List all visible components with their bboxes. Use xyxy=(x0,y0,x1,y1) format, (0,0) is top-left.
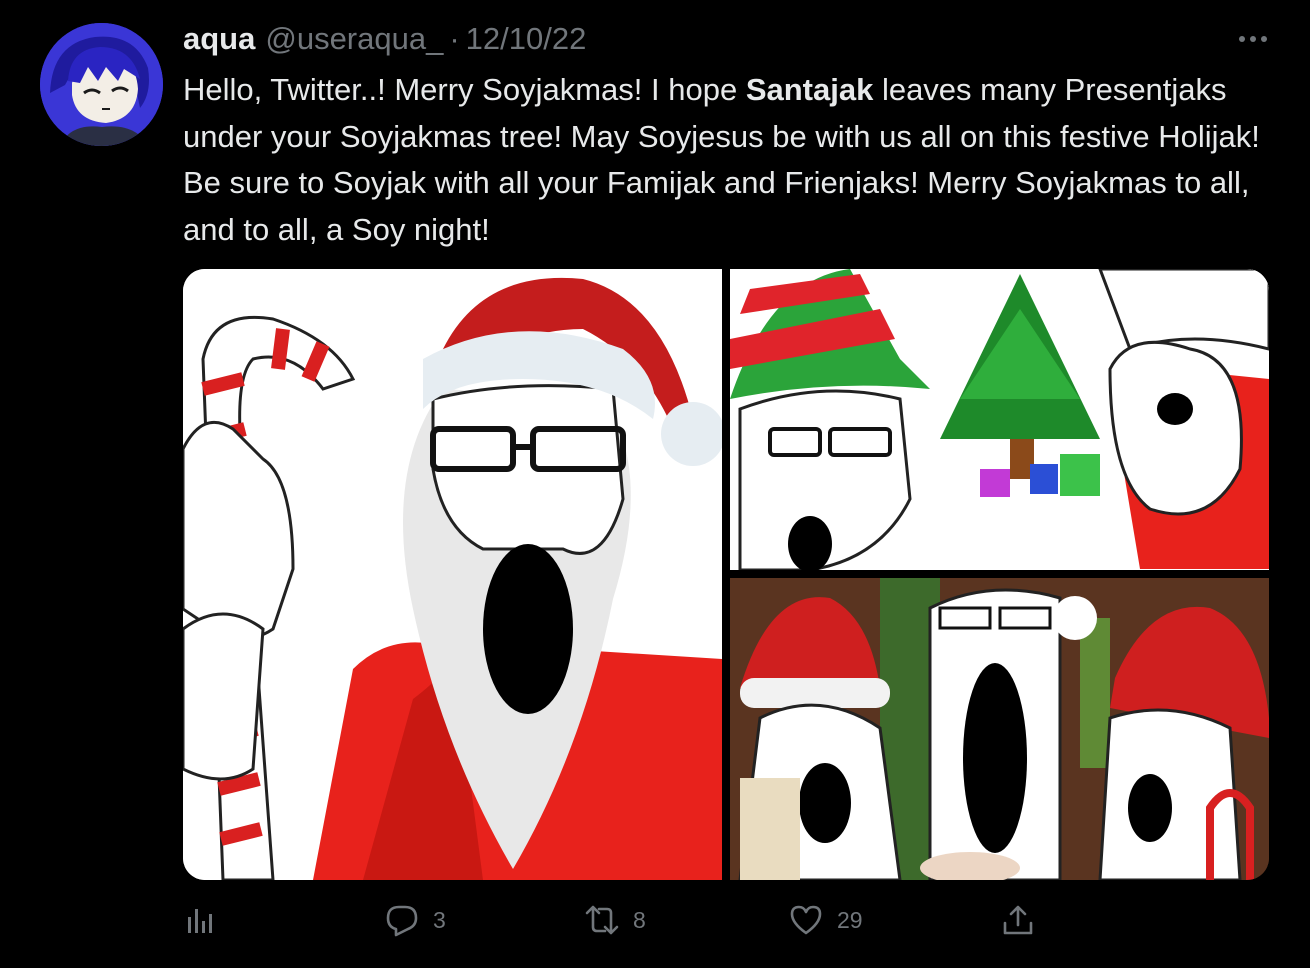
tweet-text-bold: Santajak xyxy=(745,72,874,107)
like-count: 29 xyxy=(837,906,863,933)
media-image-3[interactable] xyxy=(730,578,1269,880)
heart-icon xyxy=(790,905,822,935)
share-button[interactable] xyxy=(1001,897,1035,943)
avatar[interactable] xyxy=(40,23,163,146)
tweet-actions: 3 8 29 xyxy=(183,897,1063,943)
soyjaks-santa-hats-cocoa-image xyxy=(730,578,1269,880)
share-icon xyxy=(1003,905,1033,935)
tweet[interactable]: aqua @useraqua_ · 12/10/22 Hello, Twitte… xyxy=(0,0,1310,968)
separator: · xyxy=(449,21,460,56)
more-options-button[interactable] xyxy=(1236,24,1270,54)
views-button[interactable] xyxy=(183,897,217,943)
media-image-1[interactable] xyxy=(183,269,722,880)
analytics-icon xyxy=(188,909,212,933)
reply-icon xyxy=(386,905,418,937)
like-button[interactable]: 29 xyxy=(789,897,863,943)
display-name[interactable]: aqua xyxy=(183,20,255,58)
more-horizontal-icon xyxy=(1239,36,1267,42)
retweet-icon xyxy=(585,905,619,935)
tweet-date[interactable]: 12/10/22 xyxy=(466,20,587,58)
santa-soyjak-candy-cane-image xyxy=(183,269,722,880)
tweet-text: Hello, Twitter..! Merry Soyjakmas! I hop… xyxy=(183,67,1268,253)
retweet-button[interactable]: 8 xyxy=(585,897,646,943)
elf-santa-christmas-tree-image xyxy=(730,269,1269,570)
media-image-2[interactable] xyxy=(730,269,1269,570)
anime-avatar-icon xyxy=(40,23,163,146)
tweet-text-part-1: Hello, Twitter..! Merry Soyjakmas! I hop… xyxy=(183,72,746,107)
tweet-header: aqua @useraqua_ · 12/10/22 xyxy=(183,20,586,58)
reply-count: 3 xyxy=(433,906,446,933)
user-handle[interactable]: @useraqua_ xyxy=(265,20,443,58)
reply-button[interactable]: 3 xyxy=(385,897,446,943)
media-grid xyxy=(183,269,1269,880)
retweet-count: 8 xyxy=(633,906,646,933)
